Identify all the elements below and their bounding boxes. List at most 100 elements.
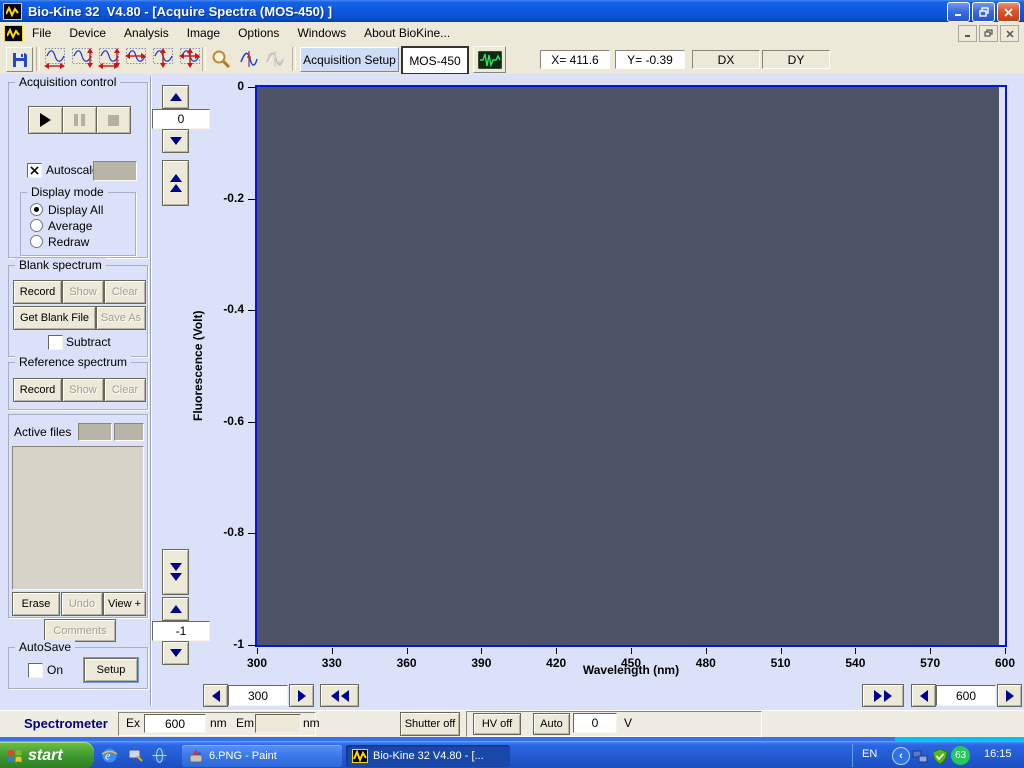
x-max-increment-button[interactable]: [997, 684, 1022, 707]
spectrometer-label: Spectrometer: [24, 716, 108, 731]
autoscale-checkbox[interactable]: [27, 163, 42, 178]
cursor-b-icon-disabled: [262, 47, 288, 70]
paint-icon: [188, 748, 204, 764]
x-shift-right-button[interactable]: [862, 684, 904, 707]
oscilloscope-icon[interactable]: [473, 46, 506, 73]
x-min-increment-button[interactable]: [289, 684, 314, 707]
menu-item-file[interactable]: File: [23, 23, 60, 43]
mdi-child-icon[interactable]: [4, 25, 23, 42]
autoscale-label: Autoscale: [46, 163, 99, 177]
cursor-a-icon[interactable]: [236, 47, 262, 70]
quick-launch-ie-icon[interactable]: e: [100, 746, 119, 765]
windows-logo-icon: [6, 747, 24, 765]
x-shift-left-button[interactable]: [320, 684, 359, 707]
ex-label: Ex: [126, 716, 140, 730]
y-bottom-decrement-button[interactable]: [162, 641, 189, 665]
mdi-close-icon[interactable]: [1000, 25, 1019, 42]
radio-display-all[interactable]: [30, 203, 43, 216]
svg-text:e: e: [105, 749, 111, 763]
x-max-decrement-button[interactable]: [911, 684, 936, 707]
restore-icon[interactable]: [972, 2, 995, 22]
spectrum-plot[interactable]: [255, 85, 1007, 647]
y-top-decrement-button[interactable]: [162, 129, 189, 153]
erase-button[interactable]: Erase: [12, 592, 60, 616]
expand-xy-axis-icon[interactable]: [177, 47, 203, 70]
y-zoom-in-button[interactable]: [162, 160, 189, 206]
minimize-icon[interactable]: [947, 2, 970, 22]
tray-divider: [852, 744, 853, 767]
x-min-decrement-button[interactable]: [203, 684, 228, 707]
menu-item-options[interactable]: Options: [229, 23, 288, 43]
hv-off-button[interactable]: HV off: [473, 713, 521, 735]
blank-record-button[interactable]: Record: [13, 280, 62, 304]
pause-button[interactable]: [62, 106, 97, 134]
radio-average[interactable]: [30, 219, 43, 232]
autosave-on-checkbox[interactable]: [28, 663, 43, 678]
play-button[interactable]: [28, 106, 63, 134]
expand-y-axis-icon[interactable]: [150, 47, 176, 70]
reference-record-button[interactable]: Record: [13, 378, 62, 402]
subtract-checkbox[interactable]: [48, 335, 63, 350]
toolbar: Acquisition Setup MOS-450 X= 411.6 Y= -0…: [0, 44, 1024, 75]
x-max-field[interactable]: 600: [936, 685, 996, 706]
zoom-xy-axis-icon[interactable]: [96, 47, 122, 70]
titlebar: Bio-Kine 32 V4.80 - [Acquire Spectra (MO…: [0, 0, 1024, 22]
ex-value-field[interactable]: 600: [144, 714, 206, 733]
x-axis-tick: [257, 648, 258, 654]
close-icon[interactable]: [997, 2, 1020, 22]
acquisition-control-title: Acquisition control: [15, 75, 120, 89]
get-blank-file-button[interactable]: Get Blank File: [13, 306, 96, 330]
radio-redraw[interactable]: [30, 235, 43, 248]
autosave-on-label: On: [47, 663, 63, 677]
tray-chevron-icon[interactable]: ‹: [892, 747, 910, 765]
save-icon[interactable]: [6, 47, 33, 72]
zoom-magnifier-icon[interactable]: [208, 47, 234, 70]
task-biokine[interactable]: Bio-Kine 32 V4.80 - [...: [346, 745, 510, 767]
task-paint[interactable]: 6.PNG - Paint: [182, 745, 342, 767]
quick-launch-desktop-icon[interactable]: [126, 746, 145, 765]
acquisition-setup-button[interactable]: Acquisition Setup: [300, 47, 399, 72]
menu-item-analysis[interactable]: Analysis: [115, 23, 178, 43]
mdi-restore-icon[interactable]: [979, 25, 998, 42]
hv-auto-button[interactable]: Auto: [533, 713, 570, 735]
y-axis-tick: [248, 199, 256, 200]
reference-clear-button: Clear: [104, 378, 146, 402]
tray-language-indicator[interactable]: EN: [862, 748, 877, 760]
autosave-setup-button[interactable]: Setup: [84, 658, 138, 682]
tray-battery-indicator[interactable]: 63: [951, 746, 970, 765]
mos-450-button[interactable]: MOS-450: [401, 46, 469, 75]
cursor-y-readout: Y= -0.39: [615, 50, 685, 69]
y-zoom-out-button[interactable]: [162, 549, 189, 595]
hv-value-field[interactable]: 0: [573, 713, 617, 733]
menu-item-about-biokine[interactable]: About BioKine...: [355, 23, 459, 43]
tray-shield-icon[interactable]: [930, 747, 949, 766]
x-axis-tick-label: 300: [235, 656, 279, 670]
y-top-increment-button[interactable]: [162, 85, 189, 109]
blank-show-button: Show: [62, 280, 104, 304]
menu-item-windows[interactable]: Windows: [288, 23, 355, 43]
x-axis-tick: [481, 648, 482, 654]
tray-clock[interactable]: 16:15: [984, 748, 1012, 760]
start-button[interactable]: start: [0, 742, 94, 768]
y-bottom-increment-button[interactable]: [162, 597, 189, 621]
menu-item-image[interactable]: Image: [178, 23, 229, 43]
quick-launch-browser-icon[interactable]: [150, 746, 169, 765]
x-axis-tick-label: 330: [310, 656, 354, 670]
zoom-x-axis-icon[interactable]: [42, 47, 68, 70]
task-biokine-label: Bio-Kine 32 V4.80 - [...: [373, 750, 484, 762]
biokine-window: Bio-Kine 32 V4.80 - [Acquire Spectra (MO…: [0, 0, 1024, 768]
y-axis-tick-label: -0.2: [200, 191, 244, 205]
x-min-field[interactable]: 300: [228, 685, 288, 706]
expand-x-axis-icon[interactable]: [123, 47, 149, 70]
y-axis-tick: [248, 533, 256, 534]
menu-item-device[interactable]: Device: [60, 23, 115, 43]
view-plus-button[interactable]: View +: [103, 592, 146, 616]
shutter-button[interactable]: Shutter off: [400, 712, 460, 736]
mdi-minimize-icon[interactable]: [958, 25, 977, 42]
y-axis-tick: [248, 422, 256, 423]
tray-network-icon[interactable]: [910, 747, 929, 766]
stop-button[interactable]: [96, 106, 131, 134]
ex-unit-label: nm: [210, 716, 227, 730]
zoom-y-axis-icon[interactable]: [69, 47, 95, 70]
active-files-listbox[interactable]: [12, 446, 144, 590]
